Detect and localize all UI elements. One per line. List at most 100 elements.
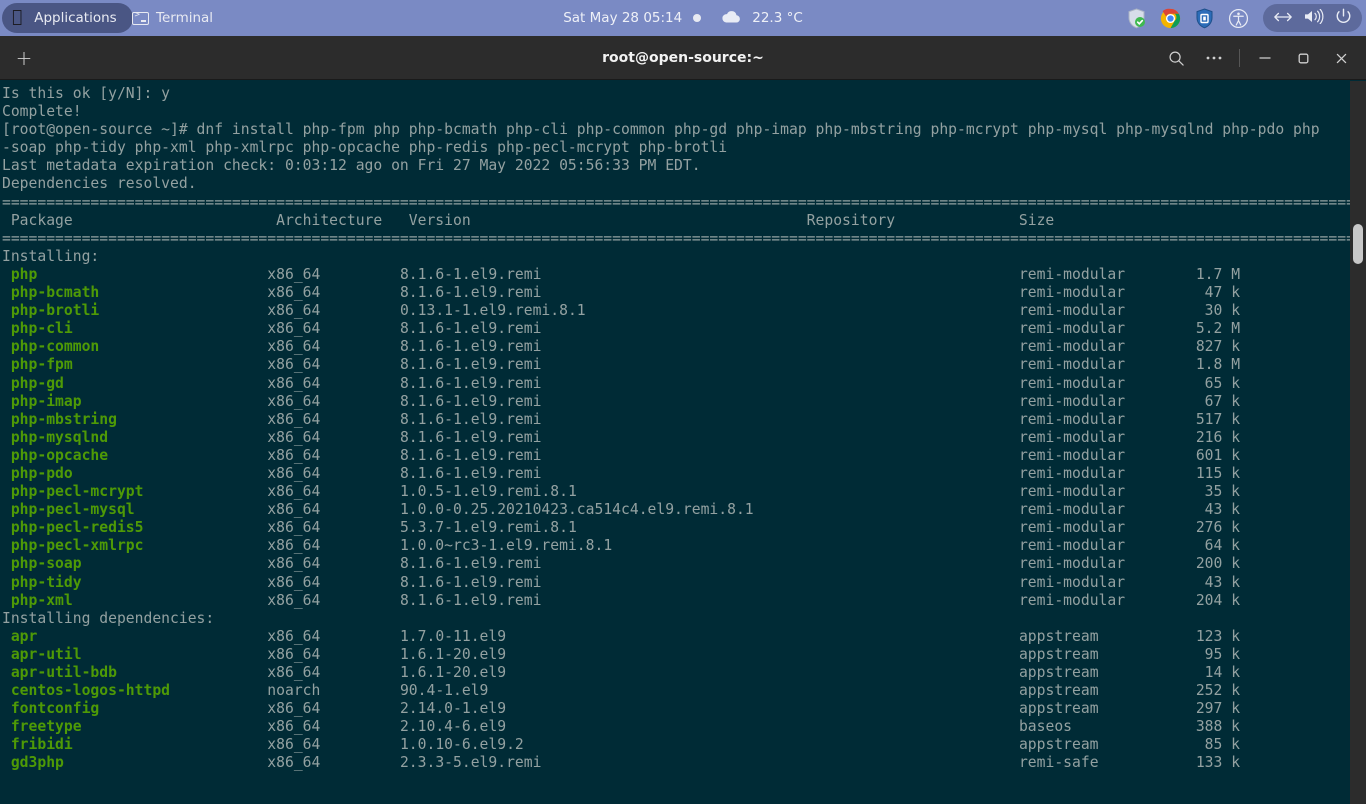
column-gap — [541, 555, 1019, 572]
volume-icon[interactable] — [1303, 8, 1325, 28]
column-gap — [73, 356, 268, 373]
column-gap — [320, 700, 400, 717]
accessibility-icon[interactable] — [1223, 3, 1253, 33]
column-gap — [320, 465, 400, 482]
package-architecture: x86_64 — [267, 664, 321, 681]
column-gap — [541, 754, 1019, 771]
column-gap — [37, 266, 267, 283]
package-name: php-pecl-mcrypt — [2, 483, 144, 501]
package-size: 65 k — [1204, 374, 1241, 392]
package-version: 2.14.0-1.el9 — [399, 700, 507, 718]
shield-check-icon[interactable] — [1121, 3, 1151, 33]
package-architecture: x86_64 — [267, 573, 321, 591]
column-gap — [1125, 429, 1196, 446]
column-gap — [108, 447, 267, 464]
package-version: 8.1.6-1.el9.remi — [399, 265, 542, 283]
package-repository: remi-modular — [1018, 428, 1126, 446]
terminal-output-area[interactable]: Is this ok [y/N]: y Complete! [root@open-s… — [0, 81, 1366, 804]
terminal-launcher-label: Terminal — [156, 10, 214, 26]
line-text: Is this ok [y/N]: y — [2, 85, 171, 102]
package-name: php-pecl-mysql — [2, 501, 135, 519]
clock[interactable]: Sat May 28 05:14 — [563, 10, 682, 26]
column-gap — [170, 682, 267, 699]
package-name: apr-util — [2, 645, 82, 663]
apple-logo-icon[interactable]:  — [12, 8, 22, 26]
package-row: apr x86_64 1.7.0-11.el9 appstream 123 k — [2, 628, 1352, 646]
column-gap — [320, 338, 400, 355]
new-tab-button[interactable]: + — [4, 36, 44, 80]
titlebar-controls — [1157, 36, 1360, 80]
package-name: php-bcmath — [2, 284, 100, 302]
package-row: fribidi x86_64 1.0.10-6.el9.2 appstream … — [2, 736, 1352, 754]
terminal-launcher[interactable]: Terminal — [132, 10, 213, 26]
menu-icon[interactable] — [1195, 39, 1233, 77]
package-version: 8.1.6-1.el9.remi — [399, 374, 542, 392]
column-gap — [320, 483, 400, 500]
column-gap — [320, 736, 400, 753]
column-gap — [541, 393, 1019, 410]
power-icon[interactable] — [1335, 8, 1352, 29]
package-repository: baseos — [1018, 718, 1073, 736]
column-gap — [320, 375, 400, 392]
package-architecture: x86_64 — [267, 410, 321, 428]
column-gap — [320, 537, 400, 554]
column-gap — [99, 700, 267, 717]
column-gap — [143, 483, 267, 500]
package-repository: appstream — [1018, 645, 1099, 663]
column-gap — [1125, 537, 1205, 554]
package-architecture: x86_64 — [267, 464, 321, 482]
package-name: centos-logos-httpd — [2, 682, 171, 700]
package-version: 2.3.3-5.el9.remi — [399, 754, 542, 772]
blue-shield-icon[interactable] — [1189, 3, 1219, 33]
package-size: 388 k — [1195, 718, 1241, 736]
output-line: Package Architecture Version Repository … — [2, 212, 1352, 230]
column-gap — [1099, 736, 1205, 753]
package-size: 35 k — [1204, 483, 1241, 501]
package-architecture: x86_64 — [267, 483, 321, 501]
package-size: 85 k — [1204, 736, 1241, 754]
column-gap — [82, 718, 268, 735]
column-gap — [320, 555, 400, 572]
line-text: Last metadata expiration check: 0:03:12 … — [2, 157, 701, 175]
minimize-icon[interactable] — [1246, 39, 1284, 77]
package-version: 2.10.4-6.el9 — [399, 718, 507, 736]
applications-menu[interactable]: Applications — [34, 10, 116, 26]
package-version: 0.13.1-1.el9.remi.8.1 — [399, 302, 586, 320]
package-architecture: x86_64 — [267, 428, 321, 446]
column-gap — [1125, 519, 1196, 536]
network-icon[interactable] — [1273, 9, 1293, 28]
maximize-icon[interactable] — [1284, 39, 1322, 77]
column-gap — [1099, 628, 1196, 645]
line-text: Installing: — [2, 247, 100, 265]
package-version: 1.0.0-0.25.20210423.ca514c4.el9.remi.8.1 — [399, 501, 754, 519]
search-icon[interactable] — [1157, 39, 1195, 77]
scrollbar-thumb[interactable] — [1353, 224, 1363, 264]
package-repository: remi-safe — [1018, 754, 1099, 772]
package-repository: remi-modular — [1018, 591, 1126, 609]
package-repository: appstream — [1018, 627, 1099, 645]
column-gap — [1125, 320, 1196, 337]
package-architecture: x86_64 — [267, 591, 321, 609]
column-gap — [82, 646, 268, 663]
column-gap — [108, 429, 267, 446]
column-gap — [1125, 483, 1205, 500]
column-gap — [73, 465, 268, 482]
package-name: php-cli — [2, 320, 73, 338]
column-gap — [541, 592, 1019, 609]
vertical-scrollbar[interactable] — [1350, 81, 1366, 804]
chrome-icon[interactable] — [1155, 3, 1185, 33]
column-gap — [1099, 754, 1196, 771]
package-size: 14 k — [1204, 664, 1241, 681]
package-repository: remi-modular — [1018, 501, 1126, 519]
package-size: 133 k — [1195, 754, 1241, 772]
column-gap — [64, 754, 267, 771]
notification-dot-icon[interactable] — [693, 14, 702, 22]
column-gap — [1072, 718, 1196, 735]
line-text: Dependencies resolved. — [2, 175, 197, 193]
close-icon[interactable] — [1322, 39, 1360, 77]
package-name: php-tidy — [2, 573, 82, 591]
package-version: 8.1.6-1.el9.remi — [399, 591, 542, 609]
panel-tray — [1119, 0, 1362, 36]
package-size: 1.8 M — [1195, 356, 1241, 374]
weather-temperature[interactable]: 22.3 °C — [752, 10, 803, 26]
